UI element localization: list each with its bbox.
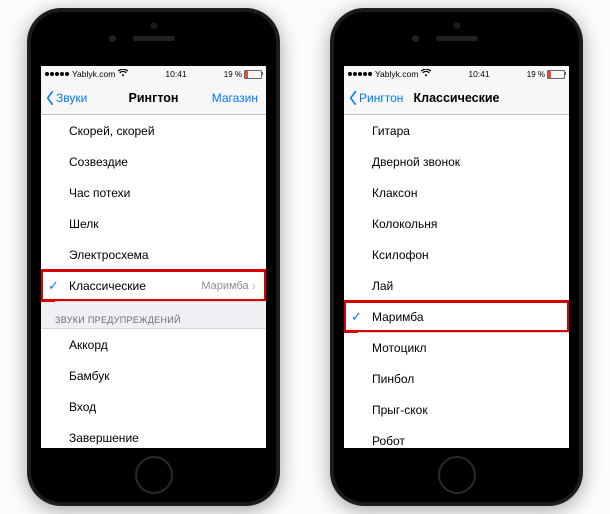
status-bar: Yablyk.com 10:41 19 % <box>344 66 569 82</box>
list-item[interactable]: Колокольня <box>344 208 569 239</box>
list-item-label: Колокольня <box>372 217 437 231</box>
nav-bar: Рингтон Классические <box>344 82 569 115</box>
list-item[interactable]: ✓ Классические Маримба› <box>41 270 266 301</box>
list-item[interactable]: Электросхема <box>41 239 266 270</box>
front-camera <box>109 35 116 42</box>
nav-bar: Звуки Рингтон Магазин <box>41 82 266 115</box>
checkmark-icon: ✓ <box>48 278 59 294</box>
list-item[interactable]: Дверной звонок <box>344 146 569 177</box>
list-item-label: Пинбол <box>372 372 414 386</box>
list-item-label: Ксилофон <box>372 248 429 262</box>
clock-label: 10:41 <box>165 69 186 79</box>
checkmark-icon: ✓ <box>351 309 362 325</box>
list-item-label: Аккорд <box>69 338 108 352</box>
list-item-detail: Маримба› <box>201 279 256 292</box>
section-header-alerts: ЗВУКИ ПРЕДУПРЕЖДЕНИЙ <box>41 301 266 329</box>
ringtone-list[interactable]: Скорей, скорей Созвездие Час потехи Шелк Эле… <box>41 115 266 448</box>
status-bar: Yablyk.com 10:41 19 % <box>41 66 266 82</box>
list-item[interactable]: Гитара <box>344 115 569 146</box>
phone-right: Yablyk.com 10:41 19 % Рингтон Классическ… <box>330 8 583 506</box>
list-item[interactable]: Аккорд <box>41 329 266 360</box>
list-item-label: Прыг-скок <box>372 403 428 417</box>
list-item[interactable]: Ксилофон <box>344 239 569 270</box>
list-item-label: Гитара <box>372 124 410 138</box>
list-item-label: Бамбук <box>69 369 110 383</box>
screen-right: Yablyk.com 10:41 19 % Рингтон Классическ… <box>344 66 569 448</box>
signal-dots-icon <box>348 72 372 76</box>
earpiece-speaker <box>133 36 175 41</box>
list-item[interactable]: Робот <box>344 425 569 448</box>
classic-list[interactable]: Гитара Дверной звонок Клаксон Колокольня Кси… <box>344 115 569 448</box>
signal-dots-icon <box>45 72 69 76</box>
carrier-label: Yablyk.com <box>375 69 418 79</box>
list-item[interactable]: Созвездие <box>41 146 266 177</box>
list-item-label: Час потехи <box>69 186 130 200</box>
list-item[interactable]: Мотоцикл <box>344 332 569 363</box>
back-label: Рингтон <box>359 91 403 105</box>
list-item-label: Вход <box>69 400 96 414</box>
list-item-label: Классические <box>69 279 146 293</box>
list-item[interactable]: Скорей, скорей <box>41 115 266 146</box>
battery-icon <box>244 70 262 79</box>
back-button[interactable]: Рингтон <box>344 91 403 105</box>
list-item[interactable]: Час потехи <box>41 177 266 208</box>
sensor <box>453 22 460 29</box>
clock-label: 10:41 <box>468 69 489 79</box>
back-label: Звуки <box>56 91 87 105</box>
list-item-label: Шелк <box>69 217 99 231</box>
chevron-right-icon: › <box>252 279 256 292</box>
list-item[interactable]: ✓ Маримба <box>344 301 569 332</box>
list-item-label: Завершение <box>69 431 139 445</box>
list-item-label: Мотоцикл <box>372 341 427 355</box>
sensor <box>150 22 157 29</box>
carrier-label: Yablyk.com <box>72 69 115 79</box>
nav-title: Рингтон <box>129 91 179 105</box>
list-item[interactable]: Лай <box>344 270 569 301</box>
battery-icon <box>547 70 565 79</box>
list-item[interactable]: Клаксон <box>344 177 569 208</box>
earpiece-speaker <box>436 36 478 41</box>
store-button[interactable]: Магазин <box>212 91 258 105</box>
nav-title: Классические <box>414 91 500 105</box>
list-item[interactable]: Завершение <box>41 422 266 448</box>
list-item-label: Электросхема <box>69 248 149 262</box>
list-item-label: Робот <box>372 434 405 448</box>
battery-percent: 19 % <box>224 70 242 79</box>
screen-left: Yablyk.com 10:41 19 % Звуки Рингтон Мага <box>41 66 266 448</box>
front-camera <box>412 35 419 42</box>
list-item[interactable]: Шелк <box>41 208 266 239</box>
list-item-label: Клаксон <box>372 186 418 200</box>
back-button[interactable]: Звуки <box>41 91 87 105</box>
chevron-left-icon <box>348 91 358 105</box>
home-button[interactable] <box>135 456 173 494</box>
wifi-icon <box>118 69 128 79</box>
list-item-label: Дверной звонок <box>372 155 460 169</box>
list-item-label: Скорей, скорей <box>69 124 155 138</box>
wifi-icon <box>421 69 431 79</box>
phone-left: Yablyk.com 10:41 19 % Звуки Рингтон Мага <box>27 8 280 506</box>
list-item-label: Маримба <box>372 310 424 324</box>
list-item[interactable]: Бамбук <box>41 360 266 391</box>
list-item[interactable]: Прыг-скок <box>344 394 569 425</box>
home-button[interactable] <box>438 456 476 494</box>
list-item[interactable]: Вход <box>41 391 266 422</box>
list-item[interactable]: Пинбол <box>344 363 569 394</box>
list-item-label: Созвездие <box>69 155 128 169</box>
battery-percent: 19 % <box>527 70 545 79</box>
list-item-label: Лай <box>372 279 393 293</box>
chevron-left-icon <box>45 91 55 105</box>
